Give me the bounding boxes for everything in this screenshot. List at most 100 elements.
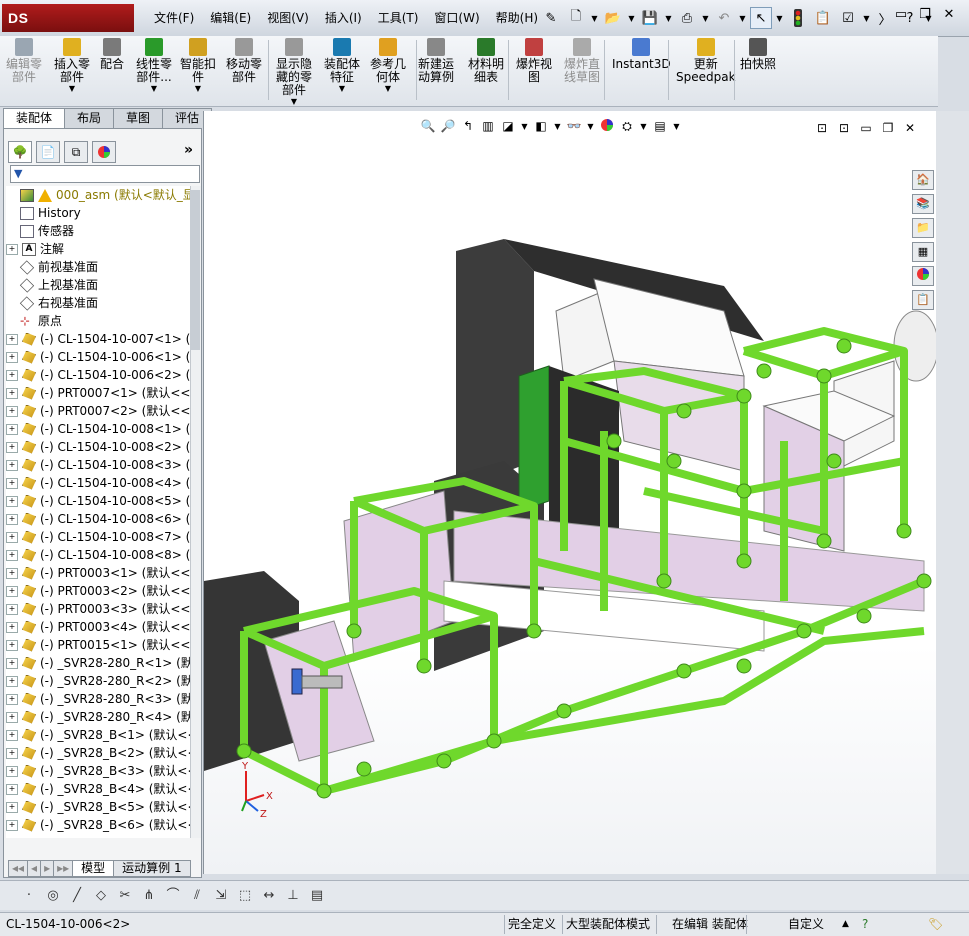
expand-icon[interactable]: + xyxy=(6,693,18,705)
close-icon[interactable]: ✕ xyxy=(940,6,958,24)
menu-item[interactable]: 工具(T) xyxy=(370,0,427,36)
viewport-minimize-icon[interactable]: ▭ xyxy=(858,120,874,136)
trim-icon[interactable]: ✂ xyxy=(116,887,134,905)
tree-item[interactable]: + (-) _SVR28_B<1> (默认<<Sl xyxy=(6,726,190,744)
tree-item[interactable]: + (-) _SVR28-280_R<4> (默认 xyxy=(6,708,190,726)
expand-icon[interactable]: + xyxy=(6,513,18,525)
solidworks-resources-icon[interactable]: 🏠 xyxy=(912,170,934,190)
line-icon[interactable]: ╱ xyxy=(68,887,86,905)
tab-1[interactable]: 布局 xyxy=(64,108,115,128)
command-snapshot[interactable]: 拍快照 xyxy=(740,38,776,71)
chevron-down-icon[interactable]: ▼ xyxy=(586,122,595,131)
viewport-close-icon[interactable]: ✕ xyxy=(902,120,918,136)
tree-item[interactable]: + (-) _SVR28_B<4> (默认<<Sl xyxy=(6,780,190,798)
expand-icon[interactable]: + xyxy=(6,477,18,489)
expand-icon[interactable]: + xyxy=(6,405,18,417)
tree-item[interactable]: + (-) CL-1504-10-006<2> (默认 xyxy=(6,366,190,384)
tree-item[interactable]: + (-) PRT0007<1> (默认<<默 xyxy=(6,384,190,402)
chevron-down-icon[interactable]: ▼ xyxy=(151,84,157,94)
offset-icon[interactable]: ⫽ xyxy=(188,887,206,905)
chevron-down-icon[interactable]: ▼ xyxy=(520,122,529,131)
expand-icon[interactable]: + xyxy=(6,549,18,561)
select-icon[interactable]: ↖ xyxy=(750,7,772,29)
tree-item[interactable]: ⊹ 原点 xyxy=(6,312,190,330)
chevron-down-icon[interactable]: ▼ xyxy=(553,122,562,131)
feature-tree-tab-icon[interactable]: 🌳 xyxy=(8,141,32,163)
expand-icon[interactable]: + xyxy=(6,243,18,255)
zoom-to-fit-icon[interactable]: 🔍 xyxy=(420,118,436,134)
tree-item[interactable]: + (-) PRT0007<2> (默认<<默 xyxy=(6,402,190,420)
tree-scrollbar-thumb[interactable] xyxy=(190,190,200,350)
expand-icon[interactable]: + xyxy=(6,603,18,615)
tree-item[interactable]: + (-) PRT0003<2> (默认<<默 xyxy=(6,582,190,600)
nav-prev-icon[interactable]: ◂ xyxy=(27,860,42,877)
circle-icon[interactable]: ◎ xyxy=(44,887,62,905)
tree-item[interactable]: 传感器 xyxy=(6,222,190,240)
expand-icon[interactable]: + xyxy=(6,441,18,453)
appearances-icon[interactable] xyxy=(912,266,934,286)
property-manager-tab-icon[interactable]: 📄 xyxy=(36,141,60,163)
command-show-hidden[interactable]: 显示隐 藏的零 部件 ▼ xyxy=(276,38,312,107)
save-icon[interactable]: 💾 xyxy=(639,7,661,29)
tree-item[interactable]: History xyxy=(6,204,190,222)
viewport-restore-icon[interactable]: ❐ xyxy=(880,120,896,136)
expand-icon[interactable]: + xyxy=(6,531,18,543)
nav-first-icon[interactable]: ◂◂ xyxy=(8,860,29,877)
chevron-down-icon[interactable]: ▼ xyxy=(590,14,599,23)
tree-item[interactable]: + (-) _SVR28_B<5> (默认<<Sl xyxy=(6,798,190,816)
command-explode-line-sketch[interactable]: 爆炸直 线草图 xyxy=(564,38,600,84)
expand-icon[interactable]: + xyxy=(6,729,18,741)
section-view-icon[interactable]: ▥ xyxy=(480,118,496,134)
command-move-component[interactable]: 移动零 部件 xyxy=(226,38,262,84)
tree-item[interactable]: + (-) CL-1504-10-008<5> (默认 xyxy=(6,492,190,510)
expand-icon[interactable]: + xyxy=(6,801,18,813)
solidworks-logo[interactable]: DS SOLIDWORKS xyxy=(2,4,134,54)
command-edit-component[interactable]: 编辑零 部件 xyxy=(6,38,42,84)
tree-root[interactable]: 000_asm (默认<默认_显示 xyxy=(6,186,190,204)
configuration-manager-tab-icon[interactable]: ⧉ xyxy=(64,141,88,163)
chevron-down-icon[interactable]: ▼ xyxy=(775,14,784,23)
expand-icon[interactable]: + xyxy=(6,783,18,795)
tree-item[interactable]: 右视基准面 xyxy=(6,294,190,312)
chevron-down-icon[interactable]: ▼ xyxy=(639,122,648,131)
menu-item[interactable]: 插入(I) xyxy=(317,0,370,36)
tree-item[interactable]: + (-) CL-1504-10-008<1> (默认 xyxy=(6,420,190,438)
chevron-down-icon[interactable]: ▼ xyxy=(664,14,673,23)
tree-item[interactable]: + (-) _SVR28_B<2> (默认<<Sl xyxy=(6,744,190,762)
tree-filter-input[interactable]: ▼ xyxy=(10,165,200,183)
command-speedpak[interactable]: 更新 Speedpak xyxy=(676,38,736,84)
expand-icon[interactable]: + xyxy=(6,657,18,669)
tree-item[interactable]: 前视基准面 xyxy=(6,258,190,276)
design-library-icon[interactable]: 📚 xyxy=(912,194,934,214)
command-reference-geometry[interactable]: 参考几 何体 ▼ xyxy=(370,38,406,94)
expand-icon[interactable]: + xyxy=(6,711,18,723)
view-palette-icon[interactable]: ▦ xyxy=(912,242,934,262)
tree-item[interactable]: + (-) _SVR28-280_R<2> (默认 xyxy=(6,672,190,690)
command-bill-of-materials[interactable]: 材料明 细表 xyxy=(468,38,504,84)
rebuild-icon[interactable] xyxy=(787,7,809,29)
expand-icon[interactable]: + xyxy=(6,675,18,687)
hide-show-items-icon[interactable]: 👓 xyxy=(566,118,582,134)
display-manager-tab-icon[interactable] xyxy=(92,141,116,163)
tree-item[interactable]: + (-) CL-1504-10-008<2> (默认 xyxy=(6,438,190,456)
chevron-down-icon[interactable]: ▼ xyxy=(69,84,75,94)
chevron-up-icon[interactable]: ▲ xyxy=(842,916,849,933)
menu-item[interactable]: 窗口(W) xyxy=(426,0,487,36)
command-insert-component[interactable]: 插入零 部件 ▼ xyxy=(54,38,90,94)
dimension-icon[interactable]: ↔ xyxy=(260,887,278,905)
assembly-model[interactable]: Y X Z xyxy=(204,111,936,874)
split-left-icon[interactable]: ⊡ xyxy=(814,120,830,136)
tree-item[interactable]: + (-) CL-1504-10-008<7> (默认 xyxy=(6,528,190,546)
expand-icon[interactable]: + xyxy=(6,423,18,435)
expand-icon[interactable]: + xyxy=(6,495,18,507)
chevron-down-icon[interactable]: ▼ xyxy=(672,122,681,131)
nav-next-icon[interactable]: ▸ xyxy=(40,860,55,877)
tree-item[interactable]: + (-) PRT0003<4> (默认<<默 xyxy=(6,618,190,636)
restore-icon[interactable]: ❐ xyxy=(916,6,934,24)
expand-icon[interactable]: + xyxy=(6,459,18,471)
tab-model[interactable]: 模型 xyxy=(72,860,115,877)
expand-icon[interactable]: + xyxy=(6,585,18,597)
chevron-down-icon[interactable]: ▼ xyxy=(701,14,710,23)
expand-icon[interactable]: + xyxy=(6,333,18,345)
chevron-down-icon[interactable]: ▼ xyxy=(291,97,297,107)
